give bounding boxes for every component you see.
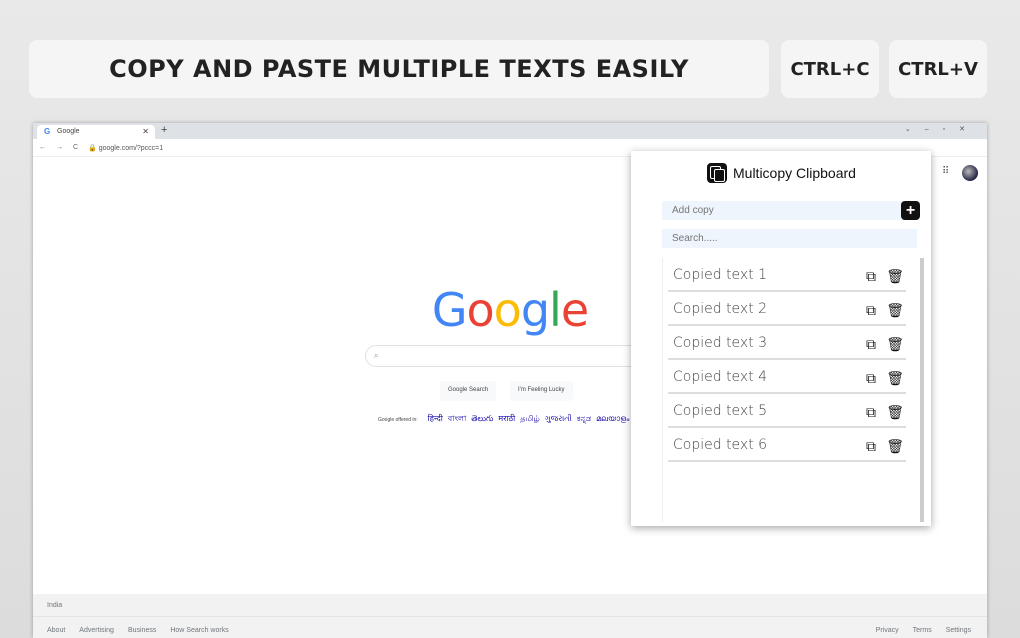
trash-icon[interactable]: 🗑 <box>886 405 904 421</box>
trash-icon[interactable]: 🗑 <box>886 439 904 455</box>
footer-link[interactable]: How Search works <box>170 627 228 634</box>
forward-icon[interactable]: → <box>56 144 63 151</box>
clip-item: Copied text 5 ⧉ 🗑 <box>668 394 906 428</box>
logo-letter: G <box>431 283 468 337</box>
trash-icon[interactable]: 🗑 <box>886 303 904 319</box>
logo-letter: o <box>493 283 522 337</box>
footer-link[interactable]: Business <box>128 627 156 634</box>
offered-label: Google offered in: <box>378 417 418 423</box>
language-link[interactable]: ಕನ್ನಡ <box>577 414 591 423</box>
languages-offered: Google offered in: हिन्दी বাংলা తెలుగు मराठी… <box>378 413 629 426</box>
google-favicon-icon: G <box>44 127 51 136</box>
footer-country: India <box>33 594 987 617</box>
clip-item: Copied text 6 ⧉ 🗑 <box>668 428 906 462</box>
new-tab-button[interactable]: + <box>161 124 167 136</box>
language-link[interactable]: தமிழ் <box>520 414 540 423</box>
search-icon: ⌕ <box>374 351 379 360</box>
tab-strip: G Google ✕ + ⌄–▫✕ <box>33 123 987 139</box>
popup-title: Multicopy Clipboard <box>733 165 856 181</box>
clip-item: Copied text 3 ⧉ 🗑 <box>668 326 906 360</box>
language-link[interactable]: मराठी <box>498 414 515 423</box>
url-field[interactable]: 🔒 google.com/?pccc=1 <box>88 144 163 152</box>
footer-link[interactable]: Settings <box>946 627 971 634</box>
clip-text: Copied text 6 <box>673 437 768 453</box>
trash-icon[interactable]: 🗑 <box>886 269 904 285</box>
copy-icon[interactable]: ⧉ <box>866 371 876 387</box>
feeling-lucky-button[interactable]: I'm Feeling Lucky <box>510 381 573 401</box>
reload-icon[interactable]: C <box>73 144 78 151</box>
copy-icon[interactable]: ⧉ <box>866 439 876 455</box>
logo-letter: o <box>466 283 495 337</box>
footer-link[interactable]: Advertising <box>79 627 114 634</box>
clip-item: Copied text 1 ⧉ 🗑 <box>668 258 906 292</box>
google-search-button[interactable]: Google Search <box>440 381 497 401</box>
clip-list: Copied text 1 ⧉ 🗑 Copied text 2 ⧉ 🗑 Copied tex… <box>662 258 924 522</box>
footer: India About Advertising Business How Search… <box>33 594 987 638</box>
copy-icon[interactable]: ⧉ <box>866 269 876 285</box>
google-search-input[interactable]: ⌕ <box>365 345 665 367</box>
banner-title: COPY AND PASTE MULTIPLE TEXTS EASILY <box>29 40 769 98</box>
language-link[interactable]: తెలుగు <box>471 414 493 423</box>
clip-text: Copied text 1 <box>673 267 768 283</box>
language-link[interactable]: বাংলা <box>448 414 467 423</box>
close-tab-icon[interactable]: ✕ <box>142 127 149 136</box>
clip-text: Copied text 3 <box>673 335 768 351</box>
clip-text: Copied text 5 <box>673 403 768 419</box>
clip-text: Copied text 4 <box>673 369 768 385</box>
logo-letter: e <box>560 283 589 337</box>
clip-item: Copied text 2 ⧉ 🗑 <box>668 292 906 326</box>
logo-letter: l <box>549 283 562 337</box>
language-link[interactable]: हिन्दी <box>428 414 443 423</box>
copy-icon[interactable]: ⧉ <box>866 303 876 319</box>
apps-icon[interactable]: ⠿ <box>942 166 949 177</box>
clipboard-logo-icon <box>707 163 727 183</box>
avatar[interactable] <box>962 165 978 181</box>
window-controls[interactable]: ⌄–▫✕ <box>905 125 979 133</box>
clip-item: Copied text 4 ⧉ 🗑 <box>668 360 906 394</box>
add-copy-input[interactable] <box>662 201 917 220</box>
footer-link[interactable]: Terms <box>913 627 932 634</box>
logo-letter: g <box>520 283 550 337</box>
tab-google[interactable]: G Google ✕ <box>37 125 155 139</box>
ctrl-v-badge: CTRL+V <box>889 40 987 98</box>
footer-link[interactable]: Privacy <box>876 627 899 634</box>
back-icon[interactable]: ← <box>39 144 46 151</box>
footer-link[interactable]: About <box>47 627 65 634</box>
copy-icon[interactable]: ⧉ <box>866 405 876 421</box>
language-link[interactable]: മലയാളം <box>596 414 629 423</box>
trash-icon[interactable]: 🗑 <box>886 337 904 353</box>
trash-icon[interactable]: 🗑 <box>886 371 904 387</box>
url-text: google.com/?pccc=1 <box>98 144 164 152</box>
tab-title: Google <box>57 128 80 135</box>
copy-icon[interactable]: ⧉ <box>866 337 876 353</box>
add-copy-button[interactable]: + <box>901 201 920 220</box>
multicopy-popup: Multicopy Clipboard + Copied text 1⧉🗑Cop… <box>631 151 931 526</box>
search-input[interactable] <box>662 229 917 248</box>
ctrl-c-badge: CTRL+C <box>781 40 879 98</box>
clip-text: Copied text 2 <box>673 301 768 317</box>
scrollbar[interactable] <box>920 258 924 522</box>
language-link[interactable]: ગુજરાતી <box>545 414 572 423</box>
